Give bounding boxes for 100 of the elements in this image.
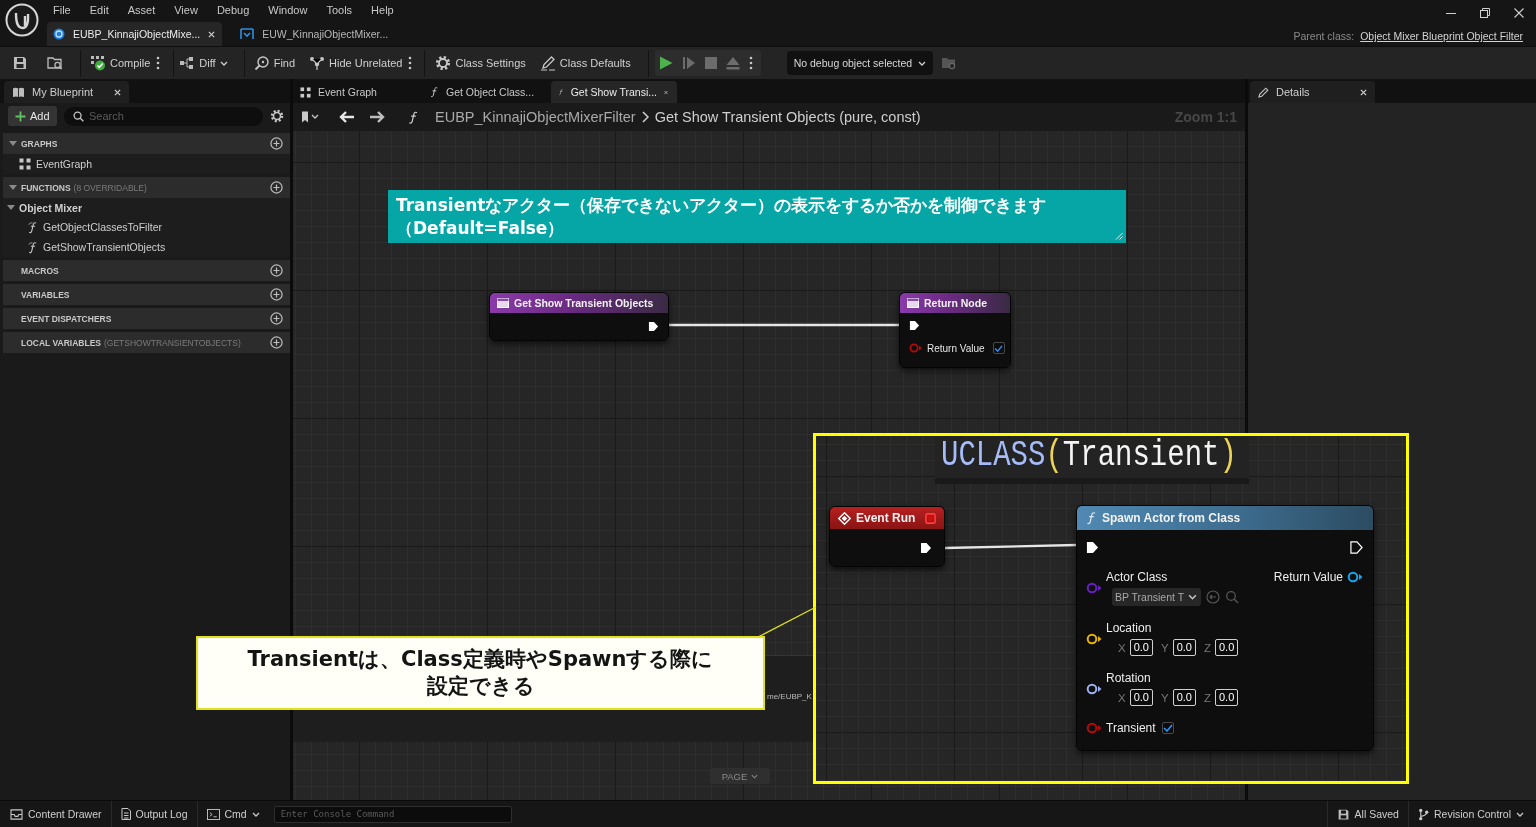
menu-item[interactable]: Help bbox=[371, 3, 394, 16]
section-header[interactable]: FUNCTIONS (8 OVERRIDABLE) bbox=[3, 177, 290, 198]
category-row[interactable]: Object Mixer bbox=[3, 198, 290, 217]
document-tab[interactable]: EUW_KinnajiObjectMixer... bbox=[234, 22, 396, 46]
breadcrumb-link[interactable]: EUBP_KinnajiObjectMixerFilter bbox=[435, 109, 636, 125]
add-button[interactable]: Add bbox=[8, 106, 57, 126]
more-icon[interactable] bbox=[408, 56, 413, 70]
arrow-left-icon[interactable] bbox=[339, 111, 355, 123]
tree-item[interactable]: GetShowTransientObjects bbox=[3, 237, 290, 257]
branch-icon bbox=[1417, 807, 1429, 821]
graph-tab[interactable]: Event Graph bbox=[293, 81, 419, 103]
checkbox[interactable] bbox=[992, 342, 1005, 354]
panel-tab[interactable]: My Blueprint bbox=[4, 81, 129, 103]
number-field[interactable]: 0.0 bbox=[1172, 639, 1196, 656]
panel-tab[interactable]: Details bbox=[1250, 81, 1375, 103]
number-field[interactable]: 0.0 bbox=[1172, 689, 1196, 706]
add-circle-icon[interactable] bbox=[270, 264, 283, 277]
graph-tab[interactable]: Get Object Class... bbox=[422, 81, 548, 103]
number-field[interactable]: 0.0 bbox=[1214, 689, 1239, 706]
compile-button[interactable]: Compile bbox=[90, 51, 151, 75]
tree-item[interactable]: EventGraph bbox=[3, 154, 290, 174]
folder-search-icon[interactable] bbox=[47, 55, 63, 71]
section-header[interactable]: EVENT DISPATCHERS bbox=[3, 308, 290, 329]
section-header[interactable]: GRAPHS bbox=[3, 133, 290, 154]
arrow-circle-icon[interactable] bbox=[1206, 590, 1221, 604]
function-icon bbox=[429, 86, 439, 98]
debug-object-dropdown[interactable]: No debug object selected bbox=[786, 51, 934, 75]
add-circle-icon[interactable] bbox=[270, 137, 283, 150]
content-drawer-button[interactable]: Content Drawer bbox=[6, 808, 106, 820]
more-icon[interactable] bbox=[748, 56, 753, 70]
code-snippet: UCLASS(Transient) bbox=[935, 436, 1249, 484]
resize-grip-icon[interactable] bbox=[1115, 232, 1123, 240]
checkbox[interactable] bbox=[1161, 722, 1174, 734]
search-icon[interactable] bbox=[1225, 590, 1240, 604]
arrow-right-icon[interactable] bbox=[369, 111, 385, 123]
section-header[interactable]: MACROS bbox=[3, 260, 290, 281]
graph-node[interactable]: Spawn Actor from Class Actor Class BP Transient T Location X 0.0 Y 0.0 Z 0.0 Rotation X 0.0 Y 0.0 Z 0.0 Transient Return Value bbox=[1076, 505, 1374, 751]
add-circle-icon[interactable] bbox=[270, 181, 283, 194]
menu-item[interactable]: Tools bbox=[326, 3, 353, 16]
exec-pin-icon[interactable] bbox=[1350, 540, 1363, 554]
graph-node[interactable]: Get Show Transient Objects bbox=[489, 292, 669, 341]
menu-item[interactable]: Edit bbox=[89, 3, 109, 16]
exec-pin-icon[interactable] bbox=[909, 320, 920, 331]
menu-item[interactable]: Asset bbox=[127, 3, 156, 16]
gear-icon[interactable] bbox=[270, 109, 284, 123]
tree-item[interactable]: GetObjectClassesToFilter bbox=[3, 217, 290, 237]
menu-item[interactable]: File bbox=[53, 3, 71, 16]
console-input[interactable]: Enter Console Command bbox=[273, 805, 512, 823]
menu-item[interactable]: Window bbox=[268, 3, 308, 16]
eject-icon[interactable] bbox=[725, 56, 740, 70]
section-header[interactable]: LOCAL VARIABLES (GETSHOWTRANSIENTOBJECTS) bbox=[3, 332, 290, 353]
diff-button[interactable]: Diff bbox=[179, 51, 228, 75]
section-header[interactable]: VARIABLES bbox=[3, 284, 290, 305]
close-icon[interactable] bbox=[114, 88, 121, 96]
document-tab[interactable]: EUBP_KinnajiObjectMixe... bbox=[47, 22, 223, 46]
save-status-button[interactable]: All Saved bbox=[1332, 807, 1403, 821]
checkmark-icon bbox=[994, 344, 1004, 352]
stop-icon[interactable] bbox=[704, 57, 717, 69]
caret-down-icon bbox=[751, 773, 759, 779]
close-icon[interactable] bbox=[208, 30, 216, 38]
find-button[interactable]: Find bbox=[253, 51, 296, 75]
exec-pin-icon[interactable] bbox=[648, 321, 659, 332]
add-circle-icon[interactable] bbox=[270, 312, 283, 325]
step-forward-icon[interactable] bbox=[681, 56, 696, 70]
add-circle-icon[interactable] bbox=[270, 288, 283, 301]
page-button[interactable]: PAGE bbox=[710, 768, 770, 784]
class-defaults-button[interactable]: Class Defaults bbox=[539, 51, 631, 75]
graph-node[interactable]: Return Node Return Value bbox=[899, 292, 1011, 368]
pin-icon[interactable] bbox=[1347, 571, 1363, 583]
hide-unrelated-button[interactable]: Hide Unrelated bbox=[309, 51, 403, 75]
bookmark-icon[interactable] bbox=[301, 111, 319, 123]
graph-node[interactable]: Event Run bbox=[829, 506, 945, 567]
menu-item[interactable]: Debug bbox=[216, 3, 250, 16]
number-field[interactable]: 0.0 bbox=[1129, 639, 1153, 656]
checkmark-icon bbox=[1162, 724, 1173, 732]
revision-control-button[interactable]: Revision Control bbox=[1413, 807, 1528, 821]
logo-icon[interactable] bbox=[5, 3, 39, 37]
output-log-button[interactable]: Output Log bbox=[116, 808, 192, 820]
class-dropdown[interactable]: BP Transient T bbox=[1112, 588, 1202, 606]
axis-label: Z bbox=[1203, 641, 1211, 654]
search-field[interactable]: Search bbox=[64, 106, 263, 126]
graph-tab[interactable]: Get Show Transi... bbox=[551, 81, 677, 103]
save-icon[interactable] bbox=[12, 55, 28, 71]
pin-icon[interactable] bbox=[1086, 682, 1102, 695]
more-icon[interactable] bbox=[156, 56, 161, 70]
exec-pin-icon[interactable] bbox=[1086, 540, 1099, 554]
close-icon[interactable] bbox=[1514, 8, 1524, 18]
caret-down-icon bbox=[1516, 811, 1524, 817]
number-field[interactable]: 0.0 bbox=[1214, 639, 1239, 656]
restore-icon[interactable] bbox=[1480, 8, 1490, 18]
close-icon[interactable] bbox=[1360, 88, 1367, 96]
parent-class-link[interactable]: Object Mixer Blueprint Object Filter bbox=[1360, 30, 1523, 42]
class-settings-button[interactable]: Class Settings bbox=[435, 51, 526, 75]
add-circle-icon[interactable] bbox=[270, 336, 283, 349]
exec-pin-icon[interactable] bbox=[920, 542, 932, 554]
number-field[interactable]: 0.0 bbox=[1129, 689, 1153, 706]
menu-item[interactable]: View bbox=[174, 3, 198, 16]
pin-icon[interactable] bbox=[1086, 632, 1102, 645]
cmd-dropdown[interactable]: Cmd bbox=[202, 808, 264, 820]
play-icon[interactable] bbox=[658, 56, 673, 70]
